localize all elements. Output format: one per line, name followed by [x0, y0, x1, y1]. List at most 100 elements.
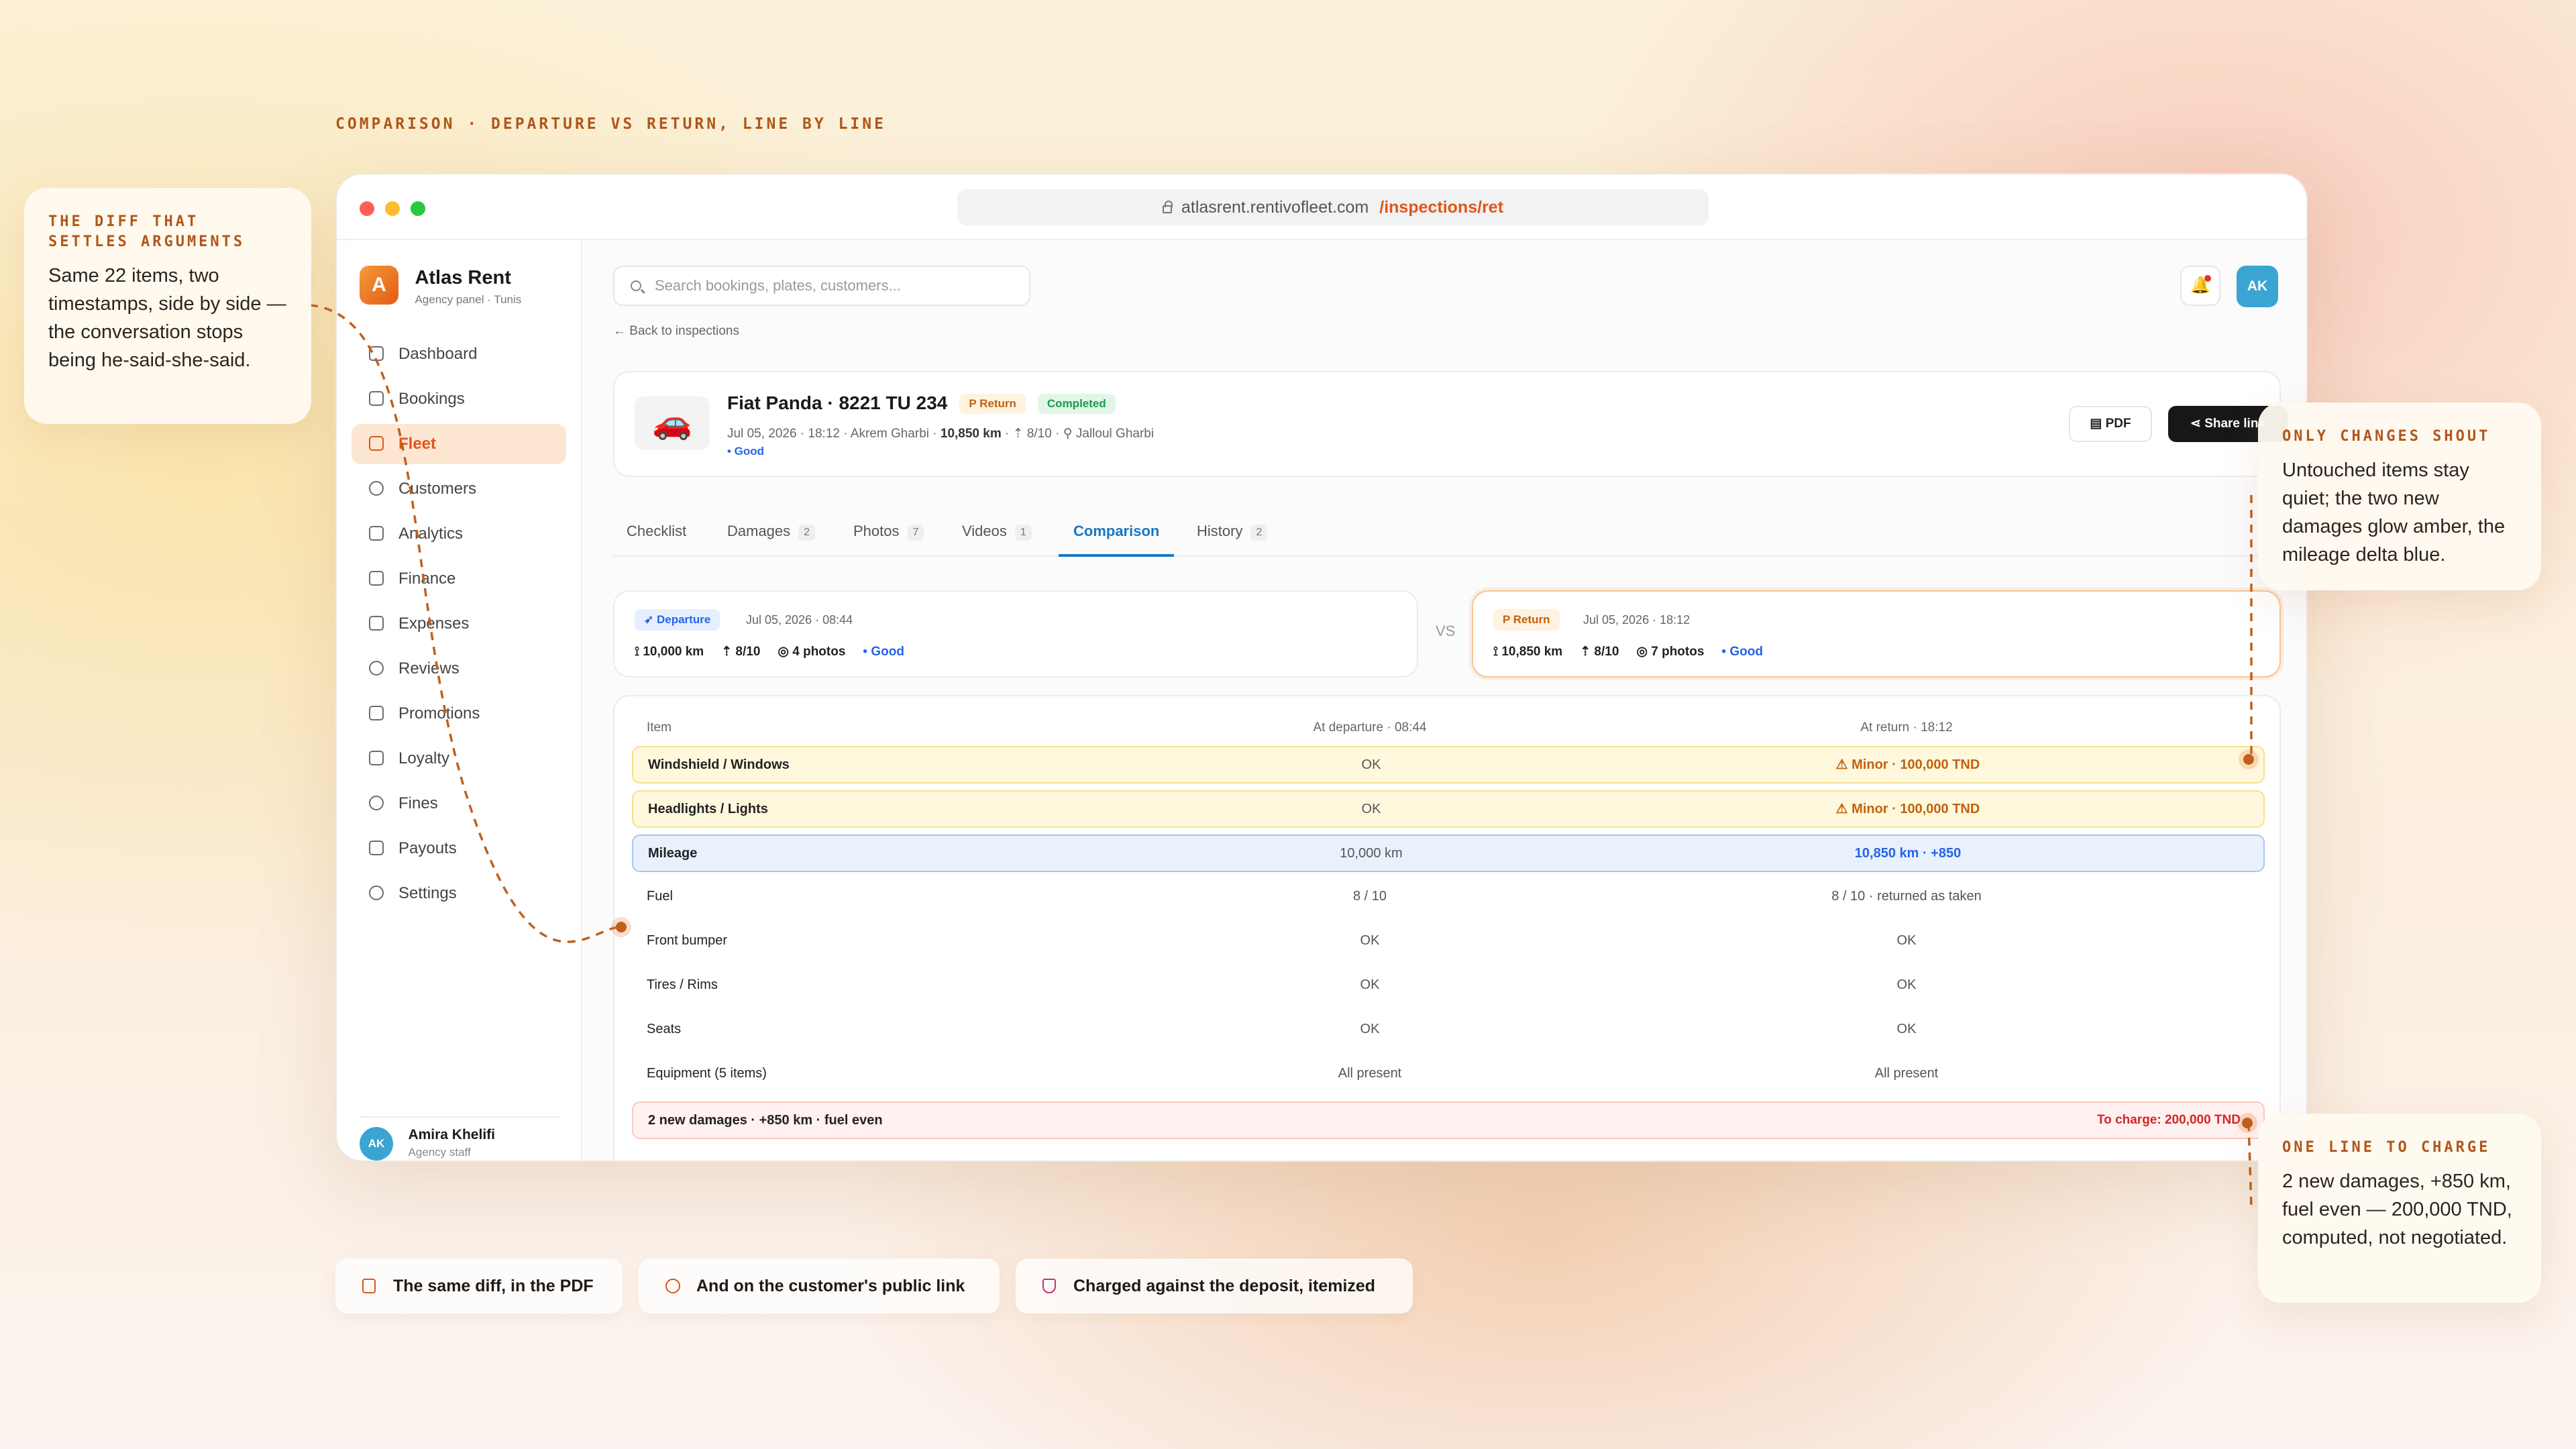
vs-label: VS	[1436, 623, 1456, 639]
feature-public-link: And on the customer's public link	[639, 1258, 1000, 1313]
minimize-window-dot[interactable]	[385, 201, 400, 216]
search-input[interactable]: Search bookings, plates, customers...	[613, 266, 1030, 306]
meta-fuel-customer: · ⇡ 8/10 · ⚲ Jalloul Gharbi	[1001, 427, 1155, 441]
users-icon	[369, 480, 384, 496]
tab-checklist[interactable]: Checklist	[627, 510, 686, 557]
departure-summary-card: ➶ Departure Jul 05, 2026 · 08:44 ⟟ 10,00…	[613, 590, 1418, 678]
sidebar-item-label: Loyalty	[398, 749, 450, 767]
brand-name: Atlas Rent	[415, 267, 511, 288]
tab-damages[interactable]: Damages 2	[727, 510, 816, 557]
row-return-value: OK	[1896, 933, 1917, 948]
sidebar-item-label: Finance	[398, 570, 456, 588]
share-icon	[665, 1279, 680, 1293]
sidebar-item-fines[interactable]: Fines	[352, 784, 566, 824]
user-role: Agency staff	[408, 1146, 471, 1159]
table-row[interactable]: Equipment (5 items) All present All pres…	[632, 1056, 2265, 1093]
departure-fuel: ⇡ 8/10	[721, 645, 761, 659]
return-date: Jul 05, 2026 · 18:12	[1583, 613, 1690, 627]
main-content: Search bookings, plates, customers... 🔔 …	[584, 240, 2306, 1161]
sidebar-item-payouts[interactable]: Payouts	[352, 828, 566, 869]
sidebar-item-dashboard[interactable]: Dashboard	[352, 334, 566, 374]
row-item: Front bumper	[647, 933, 728, 948]
shield-icon	[1042, 1279, 1056, 1293]
document-icon: ▤	[2090, 417, 2106, 431]
row-departure-value: OK	[1361, 802, 1381, 816]
lock-icon	[1162, 201, 1173, 213]
sidebar-item-analytics[interactable]: Analytics	[352, 514, 566, 554]
tab-label: Photos	[853, 523, 900, 539]
car-icon	[369, 435, 384, 451]
row-departure-value: 10,000 km	[1340, 846, 1403, 861]
user-avatar-button[interactable]: AK	[2237, 266, 2278, 307]
sidebar-item-promotions[interactable]: Promotions	[352, 694, 566, 734]
notification-dot	[2204, 275, 2211, 282]
notifications-button[interactable]: 🔔	[2180, 266, 2220, 306]
table-row[interactable]: Windshield / Windows OK ⚠ Minor · 100,00…	[632, 746, 2265, 784]
sidebar-item-bookings[interactable]: Bookings	[352, 379, 566, 419]
return-stats: ⟟ 10,850 km ⇡ 8/10 ◎ 7 photos • Good	[1493, 644, 1780, 659]
feature-label: Charged against the deposit, itemized	[1073, 1277, 1376, 1295]
eyebrow-label: COMPARISON · DEPARTURE VS RETURN, LINE B…	[335, 115, 886, 133]
back-link[interactable]: ← Back to inspections	[613, 324, 739, 339]
return-summary-card: P Return Jul 05, 2026 · 18:12 ⟟ 10,850 k…	[1472, 590, 2281, 678]
row-departure-value: OK	[1361, 757, 1381, 772]
brand-logo: A	[360, 266, 398, 305]
callout-body: Same 22 items, two timestamps, side by s…	[48, 265, 286, 371]
sidebar-item-label: Reviews	[398, 659, 460, 678]
sidebar-item-loyalty[interactable]: Loyalty	[352, 739, 566, 779]
sidebar-item-label: Dashboard	[398, 345, 478, 363]
row-return-value: All present	[1874, 1066, 1939, 1081]
sidebar-item-reviews[interactable]: Reviews	[352, 649, 566, 689]
charge-summary-row[interactable]: 2 new damages · +850 km · fuel even To c…	[632, 1102, 2265, 1139]
sidebar-item-settings[interactable]: Settings	[352, 873, 566, 914]
table-row[interactable]: Mileage 10,000 km 10,850 km · +850	[632, 835, 2265, 872]
departure-photos: ◎ 4 photos	[777, 645, 846, 659]
inspection-header-card: 🚗 Fiat Panda · 8221 TU 234 P Return Comple…	[613, 371, 2288, 477]
departure-badge: ➶ Departure	[635, 609, 720, 631]
tab-label: Checklist	[627, 523, 687, 539]
tab-comparison[interactable]: Comparison	[1059, 510, 1175, 557]
row-item: Headlights / Lights	[648, 802, 768, 816]
departure-stats: ⟟ 10,000 km ⇡ 8/10 ◎ 4 photos • Good	[635, 644, 922, 659]
sidebar-item-expenses[interactable]: Expenses	[352, 604, 566, 644]
maximize-window-dot[interactable]	[411, 201, 425, 216]
tab-videos[interactable]: Videos 1	[962, 510, 1032, 557]
table-row[interactable]: Tires / Rims OK OK	[632, 967, 2265, 1005]
brand[interactable]: A Atlas Rent Agency panel · Tunis	[360, 266, 521, 307]
return-condition: • Good	[1721, 645, 1763, 659]
pdf-button[interactable]: ▤ PDF	[2069, 406, 2152, 442]
sidebar-item-label: Customers	[398, 480, 477, 498]
sidebar-item-label: Payouts	[398, 839, 457, 857]
tab-history[interactable]: History 2	[1197, 510, 1268, 557]
sidebar-item-label: Settings	[398, 884, 457, 902]
tag-icon	[369, 705, 384, 720]
departure-date: Jul 05, 2026 · 08:44	[746, 613, 853, 627]
receipt-icon	[369, 615, 384, 631]
return-photos: ◎ 7 photos	[1636, 645, 1705, 659]
sidebar-nav: Dashboard Bookings Fleet Customers Analy…	[352, 334, 566, 918]
table-row[interactable]: Headlights / Lights OK ⚠ Minor · 100,000…	[632, 790, 2265, 828]
document-icon	[362, 1279, 376, 1293]
sidebar-item-fleet[interactable]: Fleet	[352, 424, 566, 464]
current-user[interactable]: AK Amira Khelifi Agency staff	[360, 1116, 561, 1161]
close-window-dot[interactable]	[360, 201, 374, 216]
tab-count: 2	[798, 525, 816, 541]
address-bar[interactable]: atlasrent.rentivofleet.com/inspections/r…	[957, 189, 1709, 225]
status-badge: Completed	[1037, 394, 1116, 414]
table-row[interactable]: Seats OK OK	[632, 1012, 2265, 1049]
sidebar-item-label: Fleet	[398, 435, 437, 453]
row-return-value: OK	[1896, 977, 1917, 992]
row-return-value: 10,850 km · +850	[1854, 846, 1962, 861]
table-row[interactable]: Front bumper OK OK	[632, 923, 2265, 961]
tab-label: Damages	[727, 523, 791, 539]
share-icon: ⋖	[2190, 417, 2205, 431]
sidebar-item-label: Fines	[398, 794, 438, 812]
table-row[interactable]: Fuel 8 / 10 8 / 10 · returned as taken	[632, 879, 2265, 916]
sidebar-item-finance[interactable]: Finance	[352, 559, 566, 599]
tab-count: 1	[1014, 525, 1032, 541]
tab-photos[interactable]: Photos 7	[853, 510, 924, 557]
sidebar-item-customers[interactable]: Customers	[352, 469, 566, 509]
row-departure-value: 8 / 10	[1352, 889, 1387, 904]
callout-title: THE DIFF THAT SETTLES ARGUMENTS	[48, 213, 246, 250]
star-icon	[369, 660, 384, 676]
